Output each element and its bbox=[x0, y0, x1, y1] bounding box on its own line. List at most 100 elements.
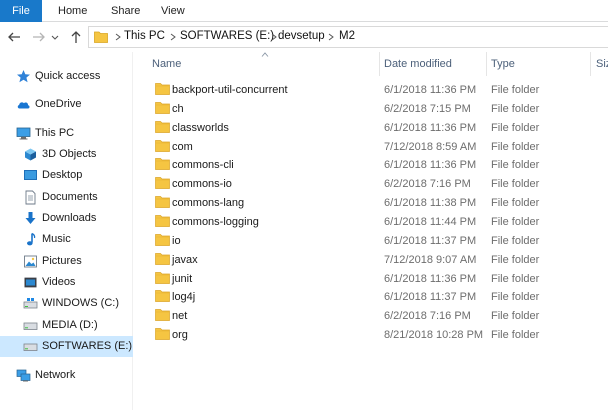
file-type: File folder bbox=[491, 159, 540, 172]
nav-label: This PC bbox=[35, 127, 75, 139]
file-row[interactable]: com 7/12/2018 8:59 AM File folder bbox=[134, 138, 608, 156]
file-type: File folder bbox=[491, 253, 540, 266]
file-row[interactable]: javax 7/12/2018 9:07 AM File folder bbox=[134, 251, 608, 269]
music-note-icon bbox=[27, 232, 36, 246]
nav-item-music[interactable]: Music bbox=[0, 229, 133, 250]
address-bar[interactable]: This PC SOFTWARES (E:) devsetup M2 bbox=[88, 26, 608, 48]
document-icon bbox=[25, 190, 36, 205]
forward-arrow-icon[interactable] bbox=[31, 29, 47, 45]
folder-icon bbox=[155, 252, 170, 265]
file-name: javax bbox=[172, 253, 198, 266]
sort-ascending-icon bbox=[261, 52, 269, 57]
breadcrumb-m2[interactable]: M2 bbox=[339, 30, 355, 42]
breadcrumb-this-pc[interactable]: This PC bbox=[124, 30, 165, 42]
file-name: commons-io bbox=[172, 178, 232, 191]
tab-share[interactable]: Share bbox=[111, 0, 140, 22]
file-name: io bbox=[172, 234, 181, 247]
file-row[interactable]: commons-lang 6/1/2018 11:38 PM File folder bbox=[134, 194, 608, 212]
file-date-modified: 6/1/2018 11:36 PM bbox=[384, 121, 477, 134]
file-date-modified: 6/1/2018 11:38 PM bbox=[384, 197, 477, 210]
desktop-icon bbox=[24, 170, 37, 180]
film-icon bbox=[24, 277, 37, 288]
file-row[interactable]: junit 6/1/2018 11:36 PM File folder bbox=[134, 270, 608, 288]
column-header-type[interactable]: Type bbox=[491, 58, 515, 76]
nav-item-quick-access[interactable]: Quick access bbox=[0, 66, 133, 87]
breadcrumb-devsetup[interactable]: devsetup bbox=[278, 30, 325, 42]
nav-item-this-pc[interactable]: This PC bbox=[0, 123, 133, 144]
cube-icon bbox=[25, 148, 36, 161]
nav-label: SOFTWARES (E:) bbox=[42, 340, 133, 352]
column-header-date-modified[interactable]: Date modified bbox=[384, 58, 452, 76]
file-name: ch bbox=[172, 102, 184, 115]
file-row[interactable]: log4j 6/1/2018 11:37 PM File folder bbox=[134, 288, 608, 306]
folder-icon bbox=[155, 233, 170, 246]
file-type: File folder bbox=[491, 291, 540, 304]
nav-label: Downloads bbox=[42, 212, 97, 224]
file-row[interactable]: ch 6/2/2018 7:15 PM File folder bbox=[134, 100, 608, 118]
file-date-modified: 7/12/2018 8:59 AM bbox=[384, 140, 477, 153]
file-type: File folder bbox=[491, 140, 540, 153]
file-type: File folder bbox=[491, 234, 540, 247]
breadcrumb-separator-icon[interactable] bbox=[114, 33, 122, 41]
folder-icon bbox=[155, 101, 170, 114]
file-row[interactable]: org 8/21/2018 10:28 PM File folder bbox=[134, 326, 608, 344]
file-name: net bbox=[172, 310, 188, 323]
folder-icon bbox=[155, 328, 170, 340]
folder-icon bbox=[155, 83, 170, 95]
file-date-modified: 6/1/2018 11:37 PM bbox=[384, 291, 477, 304]
nav-item-videos[interactable]: Videos bbox=[0, 272, 133, 293]
file-row[interactable]: backport-util-concurrent 6/1/2018 11:36 P… bbox=[134, 81, 608, 99]
folder-icon bbox=[155, 158, 170, 171]
back-arrow-icon[interactable] bbox=[6, 29, 22, 45]
column-divider[interactable] bbox=[379, 52, 380, 76]
nav-item-3d-objects[interactable]: 3D Objects bbox=[0, 144, 133, 165]
nav-label: Pictures bbox=[42, 255, 82, 267]
file-list: Name Date modified Type Siz backport-uti… bbox=[134, 52, 608, 410]
column-header-size[interactable]: Siz bbox=[596, 58, 608, 76]
file-name: org bbox=[172, 329, 188, 342]
file-date-modified: 8/21/2018 10:28 PM bbox=[384, 329, 484, 342]
nav-item-network[interactable]: Network bbox=[0, 365, 133, 386]
column-header-name[interactable]: Name bbox=[152, 58, 181, 76]
nav-item-windows-drive[interactable]: WINDOWS (C:) bbox=[0, 293, 133, 314]
breadcrumb-separator-icon[interactable] bbox=[169, 33, 177, 41]
tab-file[interactable]: File bbox=[0, 0, 42, 22]
up-arrow-icon[interactable] bbox=[68, 29, 84, 45]
cloud-icon bbox=[17, 102, 30, 109]
folder-icon bbox=[155, 177, 170, 190]
column-divider[interactable] bbox=[590, 52, 591, 76]
nav-item-pictures[interactable]: Pictures bbox=[0, 251, 133, 272]
nav-label: Network bbox=[35, 369, 76, 381]
nav-item-media-drive[interactable]: MEDIA (D:) bbox=[0, 315, 133, 336]
breadcrumb-separator-icon[interactable] bbox=[270, 33, 278, 41]
file-row[interactable]: commons-cli 6/1/2018 11:36 PM File folder bbox=[134, 156, 608, 174]
file-name: commons-cli bbox=[172, 159, 234, 172]
file-date-modified: 6/2/2018 7:15 PM bbox=[384, 102, 471, 115]
file-row[interactable]: net 6/2/2018 7:16 PM File folder bbox=[134, 307, 608, 325]
nav-item-onedrive[interactable]: OneDrive bbox=[0, 94, 133, 115]
nav-item-softwares-drive[interactable]: SOFTWARES (E:) bbox=[0, 336, 133, 357]
tab-home[interactable]: Home bbox=[58, 0, 87, 22]
drive-icon bbox=[23, 343, 38, 351]
drive-icon bbox=[23, 322, 38, 330]
recent-locations-chevron-icon[interactable] bbox=[50, 29, 60, 45]
nav-item-documents[interactable]: Documents bbox=[0, 187, 133, 208]
breadcrumb-separator-icon[interactable] bbox=[327, 33, 335, 41]
breadcrumb-softwares[interactable]: SOFTWARES (E:) bbox=[180, 30, 274, 42]
file-name: commons-logging bbox=[172, 215, 259, 228]
file-name: backport-util-concurrent bbox=[172, 84, 288, 96]
folder-icon bbox=[155, 139, 170, 152]
nav-item-desktop[interactable]: Desktop bbox=[0, 165, 133, 186]
folder-icon bbox=[94, 31, 108, 43]
download-arrow-icon bbox=[25, 212, 36, 224]
star-icon bbox=[17, 70, 30, 83]
nav-label: Music bbox=[42, 233, 71, 245]
file-row[interactable]: commons-logging 6/1/2018 11:44 PM File fol… bbox=[134, 213, 608, 231]
nav-label: Desktop bbox=[42, 169, 83, 181]
tab-view[interactable]: View bbox=[161, 0, 185, 22]
nav-item-downloads[interactable]: Downloads bbox=[0, 208, 133, 229]
file-row[interactable]: classworlds 6/1/2018 11:36 PM File folder bbox=[134, 119, 608, 137]
file-row[interactable]: io 6/1/2018 11:37 PM File folder bbox=[134, 232, 608, 250]
column-divider[interactable] bbox=[486, 52, 487, 76]
file-row[interactable]: commons-io 6/2/2018 7:16 PM File folder bbox=[134, 175, 608, 193]
